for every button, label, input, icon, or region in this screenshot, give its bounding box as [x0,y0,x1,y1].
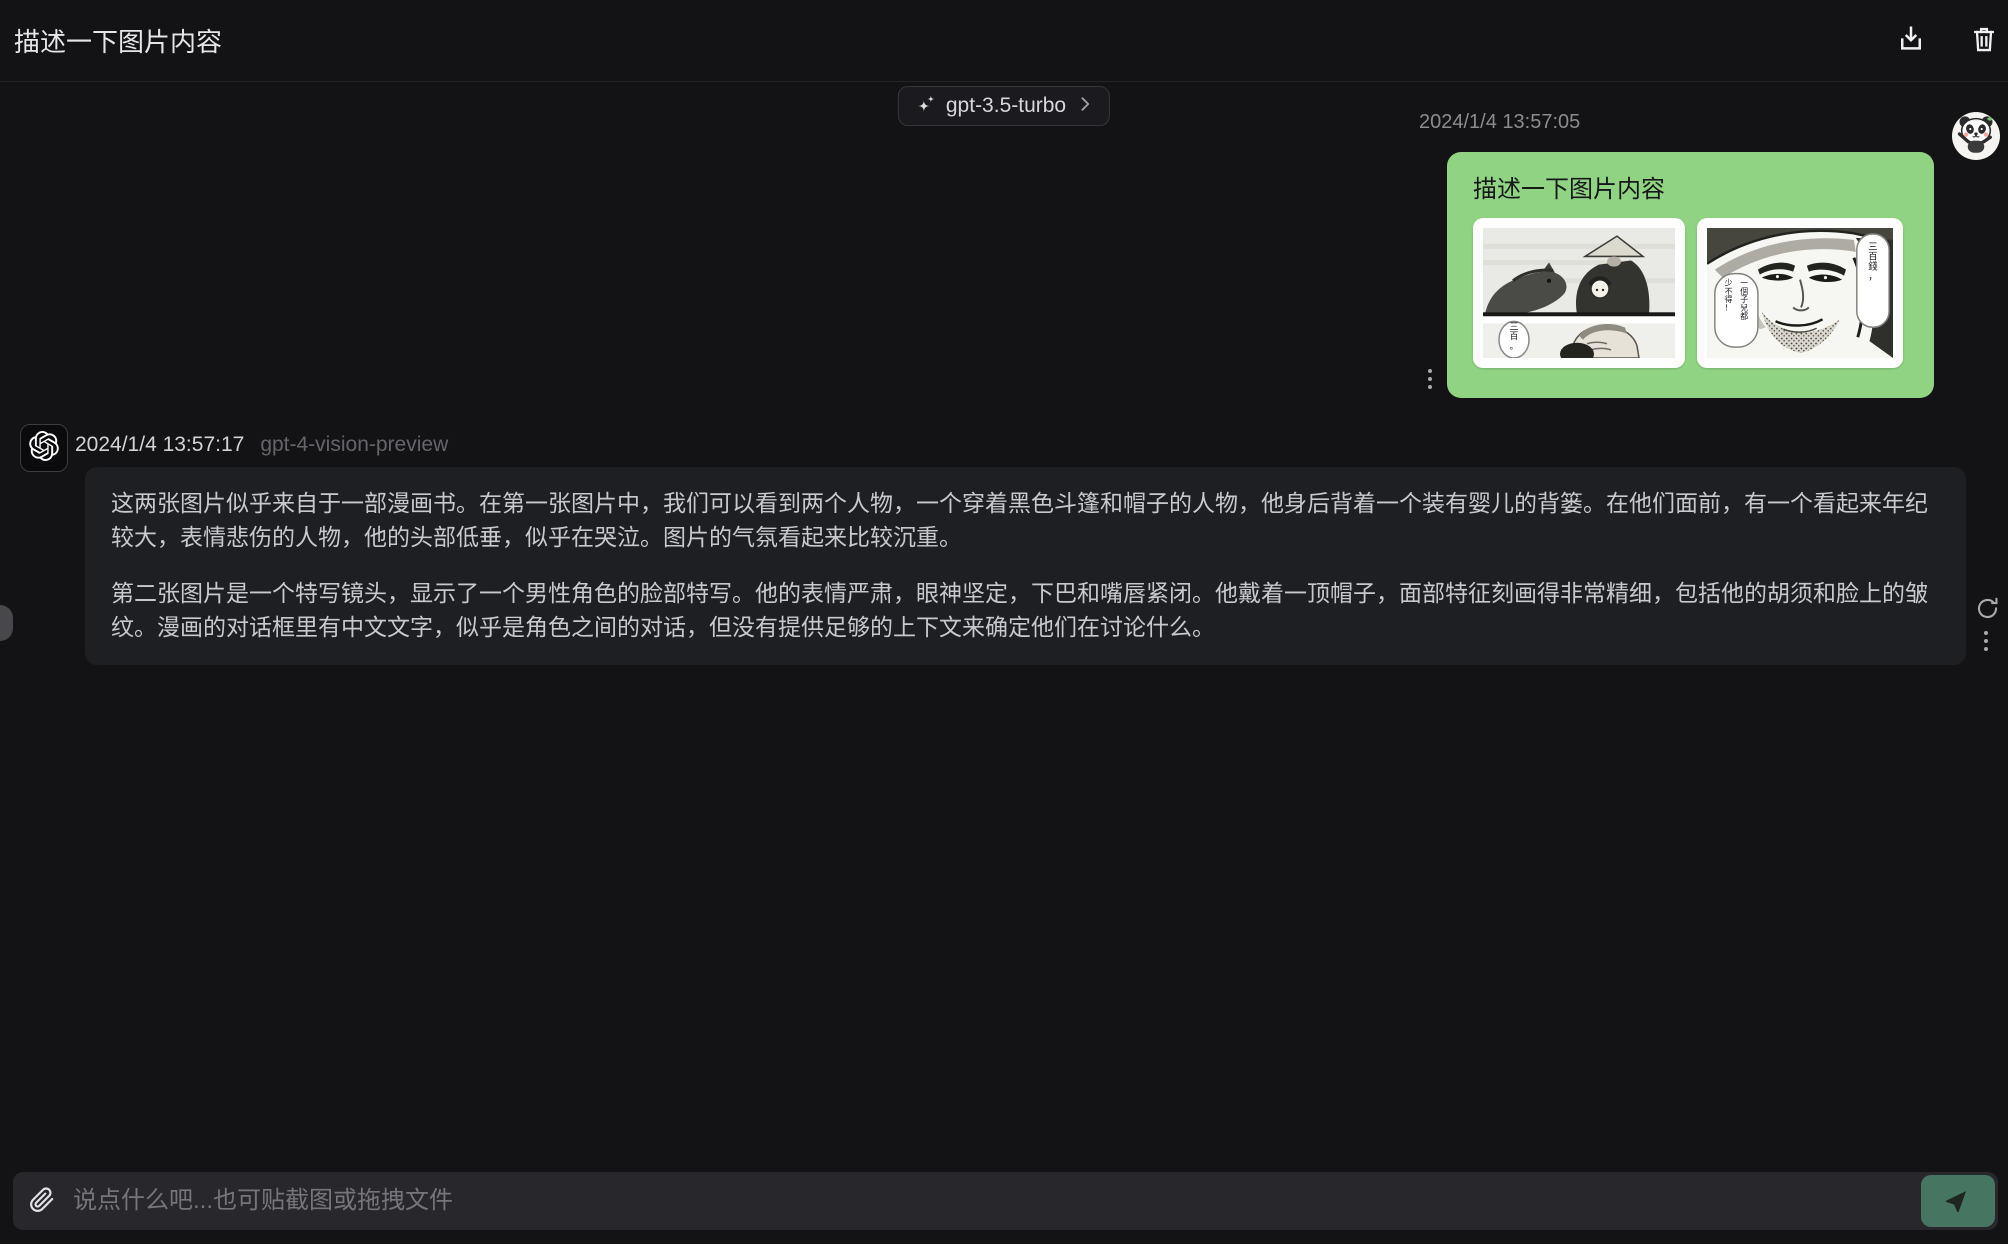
user-message-bubble: 描述一下图片内容 [1447,152,1934,398]
message-input[interactable] [71,1186,1921,1216]
attachment-image-manga-face[interactable]: 三百錢， 一個子兒都 少不得！ [1697,218,1903,368]
assistant-message-model: gpt-4-vision-preview [260,433,448,457]
composer-bar [13,1172,1998,1230]
openai-logo-icon [29,431,59,466]
speech-bubble-text: 三百錢， [1868,242,1878,282]
dot [1428,377,1432,381]
paperclip-icon [29,1187,55,1216]
page-title: 描述一下图片内容 [14,22,222,59]
sparkles-icon [915,93,937,120]
user-message-timestamp: 2024/1/4 13:57:05 [1419,111,1580,134]
topbar-actions [1896,24,2008,57]
model-selector[interactable]: gpt-3.5-turbo [898,86,1110,126]
speech-bubble-text: 少不得！ [1725,279,1733,313]
assistant-paragraph: 第二张图片是一个特写镜头，显示了一个男性角色的脸部特写。他的表情严肃，眼神坚定，… [111,576,1940,644]
download-button[interactable] [1896,24,1926,57]
assistant-message-bubble: 这两张图片似乎来自于一部漫画书。在第一张图片中，我们可以看到两个人物，一个穿着黑… [85,467,1966,665]
dot [1428,385,1432,389]
assistant-message-timestamp: 2024/1/4 13:57:17 [75,433,244,457]
refresh-icon [1975,596,2000,624]
chat-window: 描述一下图片内容 [0,0,2008,1244]
attachment-image-manga-rider[interactable]: 三百。 [1473,218,1685,368]
assistant-message-header: 2024/1/4 13:57:17 gpt-4-vision-preview [75,433,448,457]
user-message-actions-menu[interactable] [1428,369,1432,389]
speech-bubble-text: 三百。 [1509,322,1518,351]
download-icon [1896,24,1926,57]
send-button[interactable] [1921,1175,1995,1227]
panda-icon [1954,112,1998,160]
top-bar: 描述一下图片内容 [0,0,2008,82]
regenerate-button[interactable] [1975,596,2000,624]
chevron-right-icon [1075,94,1095,119]
trash-icon [1970,25,1998,56]
speech-bubble-text: 一個子兒都 [1740,279,1748,321]
model-selector-label: gpt-3.5-turbo [946,94,1066,118]
delete-chat-button[interactable] [1970,25,1998,56]
send-icon [1945,1186,1972,1216]
dot [1984,639,1988,643]
assistant-paragraph: 这两张图片似乎来自于一部漫画书。在第一张图片中，我们可以看到两个人物，一个穿着黑… [111,486,1940,554]
user-message-text: 描述一下图片内容 [1473,169,1909,204]
sidebar-drag-handle[interactable] [0,605,13,641]
attach-file-button[interactable] [29,1187,55,1216]
assistant-message-actions-menu[interactable] [1984,631,1988,651]
dot [1428,369,1432,373]
dot [1984,647,1988,651]
dot [1984,631,1988,635]
user-attachments: 三百。 [1473,218,1909,368]
user-avatar [1952,112,2000,160]
assistant-avatar [20,424,68,472]
